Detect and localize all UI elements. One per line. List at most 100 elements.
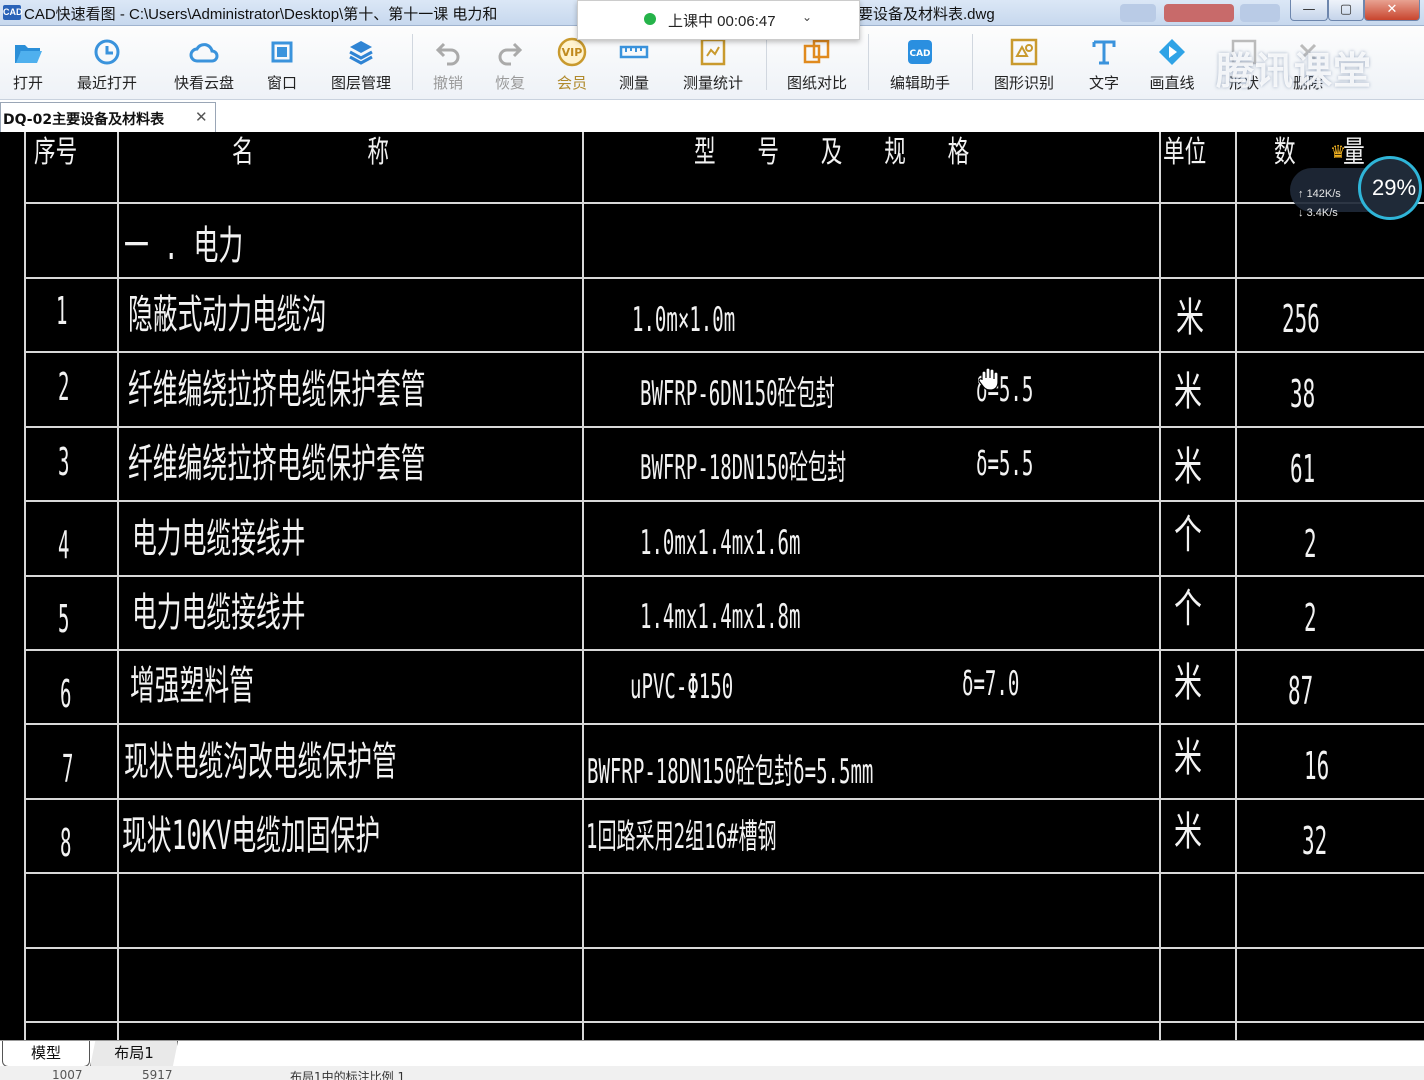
table-column-line xyxy=(1235,132,1237,1040)
watermark-text: 腾讯课堂 xyxy=(1216,49,1373,93)
minimize-button[interactable]: — xyxy=(1290,0,1328,21)
toolbar-separator xyxy=(868,34,869,90)
cloud-icon xyxy=(189,43,219,63)
row-2-name: 纤维编绕拉挤电缆保护套管 xyxy=(128,367,426,413)
window-button[interactable]: 窗口 xyxy=(256,26,308,100)
table-row-line xyxy=(24,500,1424,502)
row-6-name: 增强塑料管 xyxy=(130,663,254,709)
redo-icon xyxy=(498,42,523,66)
upload-speed: ↑ 142K/s xyxy=(1298,188,1341,200)
live-class-popup[interactable]: 上课中 00:06:47 ⌄ xyxy=(577,0,860,40)
maximize-button[interactable]: ▢ xyxy=(1328,0,1364,21)
measure-stats-icon xyxy=(700,38,726,66)
tab-model[interactable]: 模型 xyxy=(2,1041,90,1067)
open-button[interactable]: 打开 xyxy=(0,26,56,100)
table-row-line xyxy=(24,723,1424,725)
row-2-qty: 38 xyxy=(1290,372,1316,416)
toolbar-separator xyxy=(972,34,973,90)
row-6-spec: uPVC-Φ150 xyxy=(630,667,734,707)
undo-icon xyxy=(435,42,460,66)
blurred-region xyxy=(1120,4,1156,22)
text-label: 文字 xyxy=(1088,74,1119,92)
row-8-seq: 8 xyxy=(60,821,72,865)
edit-assistant-label: 编辑助手 xyxy=(889,74,950,92)
status-coord-y: 5917 xyxy=(142,1068,173,1080)
app-icon: CAD xyxy=(3,5,23,20)
section-title: 一 . 电力 xyxy=(124,223,244,269)
row-4-spec: 1.0mx1.4mx1.6m xyxy=(640,523,801,563)
close-button[interactable]: ✕ xyxy=(1364,0,1420,21)
text-button[interactable]: 文字 xyxy=(1078,26,1130,100)
layers-icon xyxy=(349,41,373,65)
row-8-qty: 32 xyxy=(1302,819,1328,863)
table-column-line xyxy=(117,132,119,1040)
row-7-seq: 7 xyxy=(62,747,74,791)
row-1-spec: 1.0m×1.0m xyxy=(632,300,736,340)
vip-crown-icon: ♛ xyxy=(1330,142,1347,163)
tencent-classroom-watermark: 腾讯课堂 xyxy=(1140,40,1390,100)
document-tab[interactable]: DQ-02主要设备及材料表 ✕ xyxy=(0,102,216,132)
redo-button[interactable]: 恢复 xyxy=(484,26,536,100)
shape-recognize-button[interactable]: 图形识别 xyxy=(982,26,1066,100)
table-row-line xyxy=(24,202,1424,204)
close-icon[interactable]: ✕ xyxy=(195,108,208,126)
row-1-unit: 米 xyxy=(1176,295,1204,341)
history-icon xyxy=(94,39,120,65)
row-3-thickness: δ=5.5 xyxy=(976,444,1034,484)
open-label: 打开 xyxy=(12,74,43,92)
row-3-seq: 3 xyxy=(58,440,70,484)
blurred-region xyxy=(1240,4,1280,22)
row-5-qty: 2 xyxy=(1304,596,1317,640)
layer-manager-label: 图层管理 xyxy=(330,74,391,92)
live-status-dot xyxy=(644,13,656,25)
chevron-down-icon[interactable]: ⌄ xyxy=(802,10,812,24)
ruler-icon xyxy=(619,45,649,59)
layout-tabs-bar: 模型 布局1 xyxy=(0,1040,1424,1067)
cloud-button[interactable]: 快看云盘 xyxy=(164,26,244,100)
header-seq: 序号 xyxy=(34,135,78,170)
tab-layout1[interactable]: 布局1 xyxy=(90,1041,178,1067)
row-7-unit: 米 xyxy=(1174,735,1202,781)
row-3-qty: 61 xyxy=(1290,447,1316,491)
redo-label: 恢复 xyxy=(494,74,525,92)
measure-stats-label: 测量统计 xyxy=(682,74,743,92)
table-column-line xyxy=(582,132,584,1040)
row-8-name: 现状10KV电缆加固保护 xyxy=(122,813,381,859)
drawing-canvas[interactable]: 序号 名 称 型 号 及 规 格 单位 数 量 一 . 电力 1 隐蔽式动力电缆… xyxy=(0,132,1424,1040)
edit-assistant-button[interactable]: CAD 编辑助手 xyxy=(878,26,962,100)
row-4-name: 电力电缆接线井 xyxy=(132,516,306,562)
row-5-unit: 个 xyxy=(1174,586,1202,632)
download-speed-value: 3.4K/s xyxy=(1306,207,1338,219)
usage-percent: 29% xyxy=(1372,175,1417,200)
window-title: CAD快速看图 - C:\Users\Administrator\Desktop… xyxy=(24,6,498,23)
download-speed: ↓ 3.4K/s xyxy=(1298,207,1338,219)
svg-text:CAD: CAD xyxy=(909,49,930,59)
recent-button[interactable]: 最近打开 xyxy=(66,26,148,100)
vip-icon: VIP xyxy=(557,37,587,67)
row-4-seq: 4 xyxy=(58,523,70,567)
shape-recognize-icon xyxy=(1010,38,1038,66)
row-1-qty: 256 xyxy=(1282,297,1320,341)
undo-button[interactable]: 撤销 xyxy=(422,26,474,100)
status-bar: 1007 5917 布局1中的标注比例 1 xyxy=(0,1066,1424,1080)
undo-label: 撤销 xyxy=(432,74,463,92)
network-speed-widget[interactable]: ↑ 142K/s ↓ 3.4K/s 29% ♛ xyxy=(1290,142,1424,220)
compare-label: 图纸对比 xyxy=(786,74,847,92)
vip-label: 会员 xyxy=(556,74,587,92)
row-7-name: 现状电缆沟改电缆保护管 xyxy=(124,739,397,785)
table-row-line xyxy=(24,277,1424,279)
row-6-thickness: δ=7.0 xyxy=(962,664,1020,704)
row-5-name: 电力电缆接线井 xyxy=(132,590,306,636)
layer-manager-button[interactable]: 图层管理 xyxy=(322,26,400,100)
row-2-unit: 米 xyxy=(1174,369,1202,415)
cloud-label: 快看云盘 xyxy=(173,74,234,92)
row-2-spec: BWFRP-6DN150砼包封 xyxy=(640,374,835,414)
header-unit: 单位 xyxy=(1163,135,1207,170)
compare-icon xyxy=(803,39,830,64)
hand-cursor-icon xyxy=(978,367,999,391)
table-row-line xyxy=(24,947,1424,949)
row-8-unit: 米 xyxy=(1174,809,1202,855)
status-coord-x: 1007 xyxy=(52,1068,83,1080)
header-name: 名 称 xyxy=(232,135,440,170)
row-5-spec: 1.4mx1.4mx1.8m xyxy=(640,597,801,637)
